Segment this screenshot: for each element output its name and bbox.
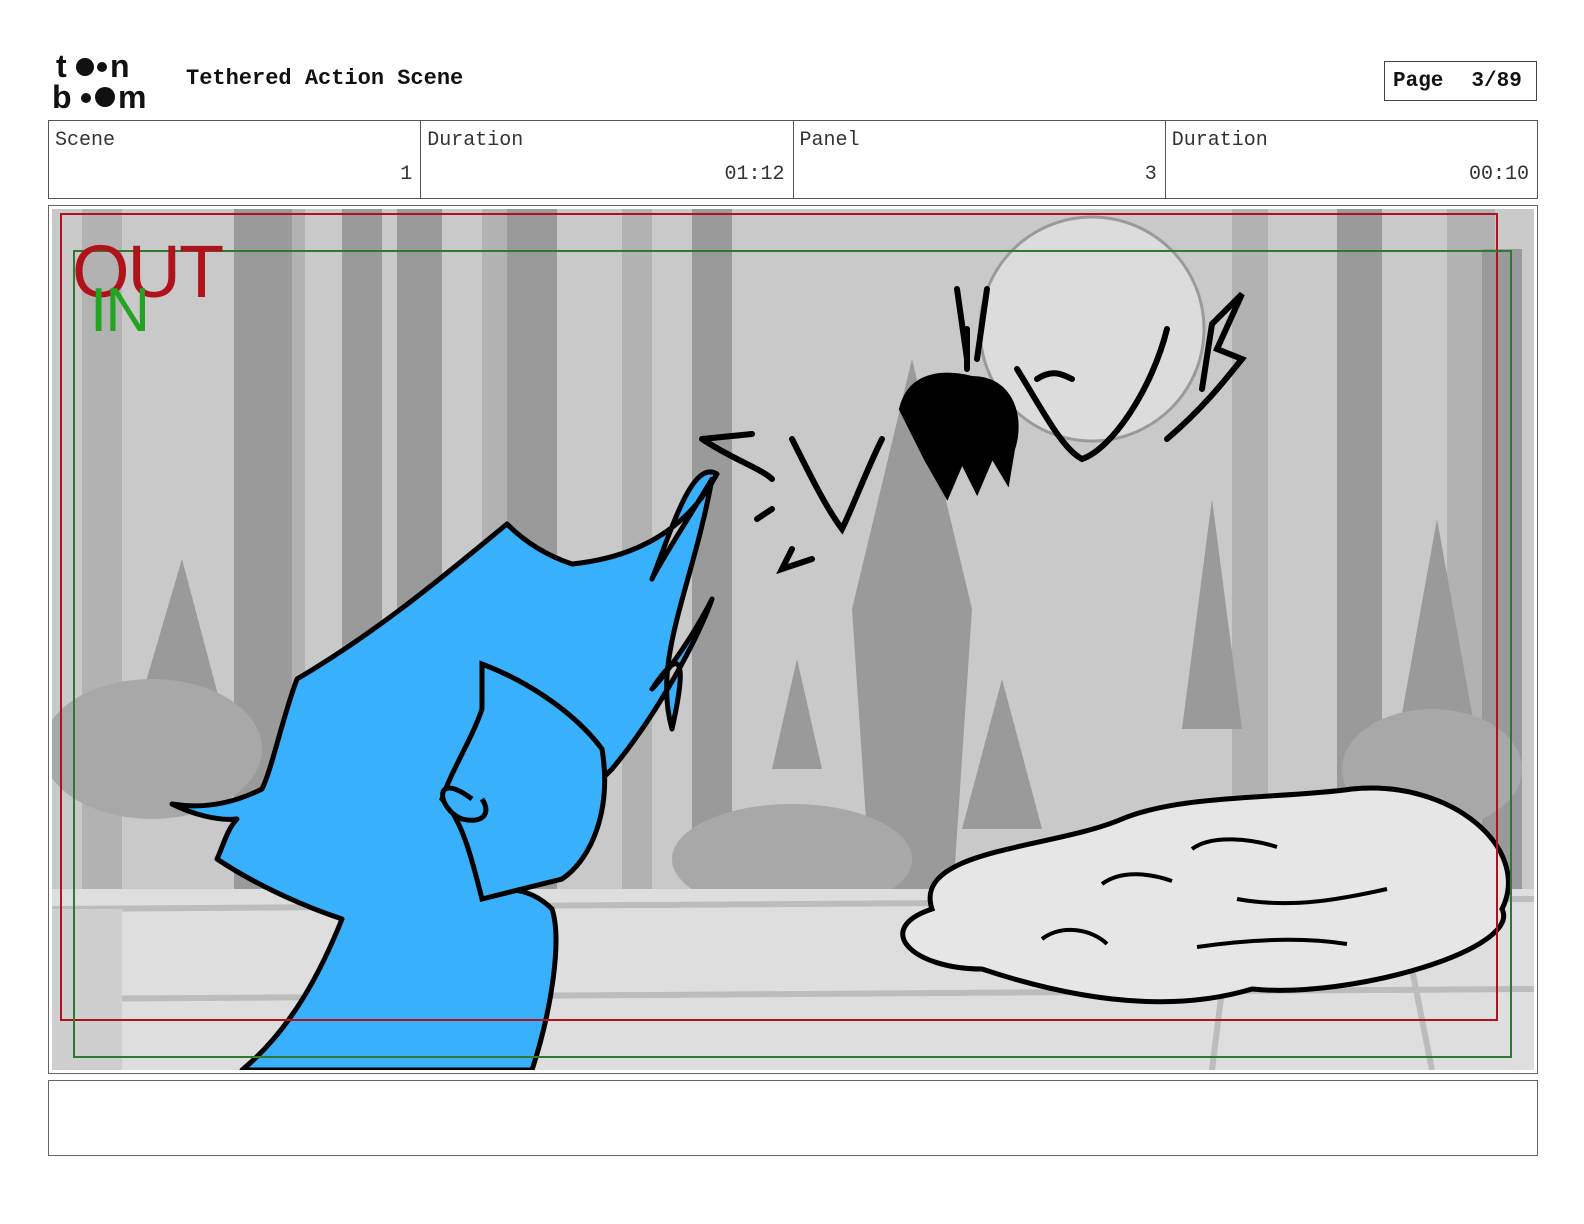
storyboard-panel-frame	[48, 205, 1538, 1074]
panel-notes-box[interactable]	[48, 1080, 1538, 1156]
scene-duration-cell: Duration 01:12	[421, 121, 794, 198]
safe-frame-in-label: IN	[90, 276, 150, 345]
scene-duration-value: 01:12	[724, 163, 785, 186]
page-number: 3/89	[1471, 69, 1522, 93]
page-indicator: Page 3/89	[1384, 61, 1537, 101]
toon-boom-logo-mark: t n b m	[52, 50, 146, 112]
toon-boom-logo: t n b m	[52, 50, 164, 112]
scene-value: 1	[400, 163, 413, 186]
page-label: Page	[1393, 69, 1444, 93]
panel-cell: Panel 3	[794, 121, 1166, 198]
svg-text:b: b	[52, 79, 72, 112]
scene-label: Scene	[55, 129, 116, 152]
panel-value: 3	[1144, 163, 1157, 186]
panel-duration-cell: Duration 00:10	[1166, 121, 1537, 198]
storyboard-drawing	[52, 209, 1534, 1070]
svg-text:m: m	[118, 79, 146, 112]
panel-duration-label: Duration	[1171, 129, 1268, 152]
panel-info-table: Scene 1 Duration 01:12 Panel 3 Duration …	[48, 120, 1538, 199]
panel-label: Panel	[799, 129, 860, 152]
panel-duration-value: 00:10	[1468, 163, 1529, 186]
scene-duration-label: Duration	[427, 129, 524, 152]
scene-cell: Scene 1	[49, 121, 422, 198]
project-title: Tethered Action Scene	[186, 66, 464, 91]
